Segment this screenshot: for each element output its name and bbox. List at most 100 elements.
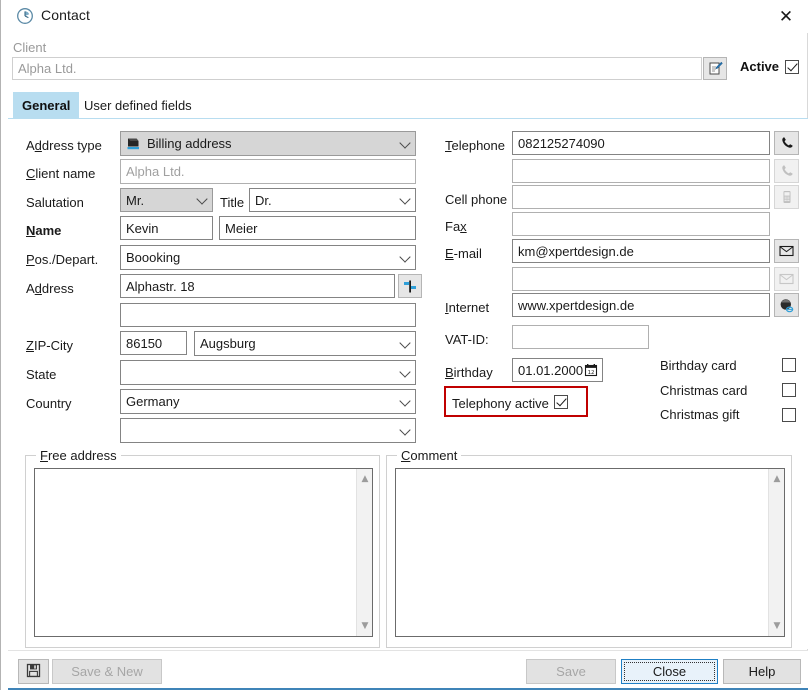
birthday-input[interactable]: 01.01.2000 12 — [512, 358, 603, 382]
envelope-icon[interactable] — [774, 267, 799, 291]
zip-input[interactable]: 86150 — [120, 331, 187, 355]
client-input[interactable]: Alpha Ltd. — [12, 57, 702, 80]
client-name-label: Client name — [26, 166, 95, 181]
country-label: Country — [26, 396, 72, 411]
chevron-down-icon — [399, 137, 410, 148]
free-address-group: Free address ▲ ▼ — [25, 455, 380, 648]
general-tab-panel: Address type Billing address Client name… — [8, 119, 808, 649]
chevron-down-icon — [196, 193, 207, 204]
salutation-value: Mr. — [126, 193, 144, 208]
free-address-scrollbar[interactable]: ▲ ▼ — [356, 469, 372, 636]
extra-combo[interactable] — [120, 418, 416, 443]
calendar-icon[interactable]: 12 — [584, 363, 598, 377]
save-and-new-label: Save & New — [71, 664, 143, 679]
save-label: Save — [556, 664, 586, 679]
cell-phone-input[interactable] — [512, 185, 770, 209]
chevron-up-icon[interactable]: ▲ — [769, 471, 785, 487]
christmas-gift-checkbox[interactable] — [782, 408, 796, 422]
telephone-input[interactable]: 082125274090 — [512, 131, 770, 155]
fax-label: Fax — [445, 219, 467, 234]
save-icon-button[interactable] — [18, 659, 49, 684]
city-combo[interactable]: Augsburg — [194, 331, 416, 356]
save-button[interactable]: Save — [526, 659, 616, 684]
comment-group: Comment ▲ ▼ — [386, 455, 792, 648]
help-label: Help — [749, 664, 776, 679]
help-button[interactable]: Help — [723, 659, 801, 684]
state-label: State — [26, 367, 56, 382]
salutation-label: Salutation — [26, 195, 84, 210]
edit-note-icon[interactable] — [703, 57, 727, 80]
comment-title: Comment — [397, 448, 461, 463]
country-combo[interactable]: Germany — [120, 389, 416, 414]
first-name-input[interactable]: Kevin — [120, 216, 213, 240]
window-left-edge — [1, 0, 7, 690]
birthday-card-label: Birthday card — [660, 358, 737, 373]
fax-input[interactable] — [512, 212, 770, 236]
christmas-gift-label: Christmas gift — [660, 407, 739, 422]
salutation-combo[interactable]: Mr. — [120, 188, 213, 212]
chevron-down-icon — [399, 366, 410, 377]
internet-input[interactable]: www.xpertdesign.de — [512, 293, 770, 317]
title-value: Dr. — [255, 193, 272, 208]
chevron-up-icon[interactable]: ▲ — [357, 471, 373, 487]
active-checkbox[interactable] — [785, 60, 799, 74]
chevron-down-icon — [399, 193, 410, 204]
close-icon[interactable]: ✕ — [772, 4, 800, 30]
window-title: Contact — [41, 7, 90, 23]
address-line2-input[interactable] — [120, 303, 416, 327]
name-label: Name — [26, 223, 61, 238]
free-address-textarea[interactable]: ▲ ▼ — [34, 468, 373, 637]
internet-label: Internet — [445, 300, 489, 315]
birthday-card-checkbox[interactable] — [782, 358, 796, 372]
comment-textarea[interactable]: ▲ ▼ — [395, 468, 785, 637]
christmas-card-label: Christmas card — [660, 383, 747, 398]
chevron-down-icon — [399, 337, 410, 348]
chevron-down-icon[interactable]: ▼ — [357, 618, 373, 634]
country-value: Germany — [126, 394, 179, 409]
address-type-value: Billing address — [147, 136, 232, 151]
telephony-active-label: Telephony active — [452, 396, 549, 411]
email-input-2[interactable] — [512, 267, 770, 291]
signpost-icon[interactable] — [398, 274, 422, 298]
client-name-input[interactable]: Alpha Ltd. — [120, 159, 416, 184]
address-label: Address — [26, 281, 74, 296]
christmas-card-checkbox[interactable] — [782, 383, 796, 397]
phone-icon[interactable] — [774, 159, 799, 183]
address-type-combo[interactable]: Billing address — [120, 131, 416, 156]
birthday-value: 01.01.2000 — [518, 363, 583, 378]
email-label: E-mail — [445, 246, 482, 261]
last-name-input[interactable]: Meier — [219, 216, 416, 240]
pos-depart-combo[interactable]: Boooking — [120, 245, 416, 270]
city-value: Augsburg — [200, 336, 256, 351]
chevron-down-icon[interactable]: ▼ — [769, 618, 785, 634]
close-button[interactable]: Close — [621, 659, 718, 684]
chevron-down-icon — [399, 424, 410, 435]
chevron-down-icon — [399, 251, 410, 262]
title-bar: Contact ✕ — [8, 0, 808, 33]
client-label: Client — [13, 40, 46, 55]
email-input[interactable]: km@xpertdesign.de — [512, 239, 770, 263]
clock-circle-icon — [16, 7, 34, 25]
telephone-input-2[interactable] — [512, 159, 770, 183]
tab-user-defined-fields[interactable]: User defined fields — [75, 92, 201, 118]
phone-icon[interactable] — [774, 131, 799, 155]
pos-depart-label: Pos./Depart. — [26, 252, 98, 267]
zip-city-label: ZIP-City — [26, 338, 73, 353]
vat-id-input[interactable] — [512, 325, 649, 349]
envelope-icon[interactable] — [774, 239, 799, 263]
globe-icon[interactable] — [774, 293, 799, 317]
comment-scrollbar[interactable]: ▲ ▼ — [768, 469, 784, 636]
title-combo[interactable]: Dr. — [249, 188, 416, 212]
vat-id-label: VAT-ID: — [445, 332, 489, 347]
contact-dialog-window: Contact ✕ Client Alpha Ltd. Active Gener… — [0, 0, 808, 690]
save-and-new-button[interactable]: Save & New — [52, 659, 162, 684]
address-line1-input[interactable]: Alphastr. 18 — [120, 274, 395, 298]
telephony-active-checkbox[interactable] — [554, 395, 568, 409]
close-label: Close — [653, 664, 686, 679]
save-icon — [26, 663, 41, 681]
state-combo[interactable] — [120, 360, 416, 385]
tab-general[interactable]: General — [13, 92, 79, 118]
free-address-title: Free address — [36, 448, 121, 463]
mobile-phone-icon[interactable] — [774, 185, 799, 209]
active-label: Active — [740, 59, 779, 74]
